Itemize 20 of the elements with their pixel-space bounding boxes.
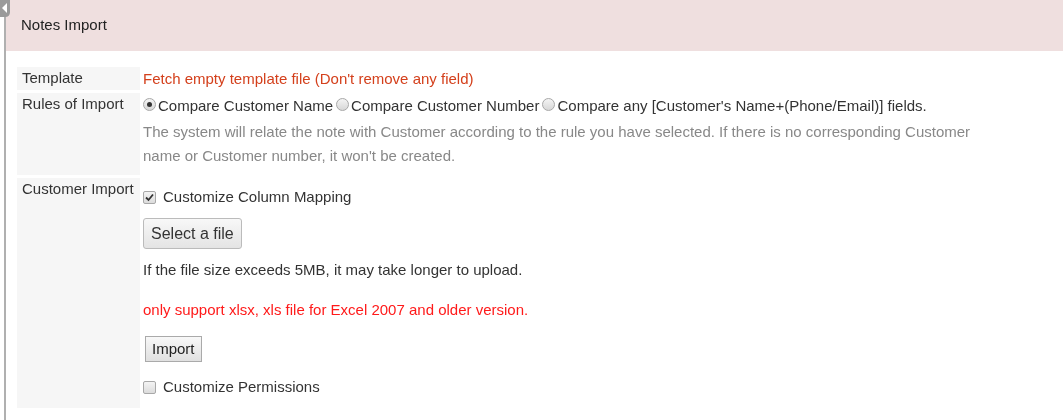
radio-label[interactable]: Compare any [Customer's Name+(Phone/Email)] fields.	[557, 95, 927, 117]
radio-label[interactable]: Compare Customer Number	[351, 95, 540, 117]
radio-button[interactable]	[336, 98, 350, 111]
checkbox[interactable]	[143, 190, 156, 204]
format-warning: only support xlsx, xls file for Excel 2007 and older version.	[143, 300, 529, 320]
label-cell: Rules of Import	[17, 93, 140, 175]
checkbox-label[interactable]: Customize Column Mapping	[163, 186, 352, 208]
import-button[interactable]: Import	[145, 336, 202, 362]
label-cell: Template	[17, 67, 140, 90]
rules-note: The system will relate the note with Customer according to the rule you have selected. If there is no corresponding Customer name or Customer number, it won't be created.	[143, 122, 972, 166]
label-cell: Customer Import	[17, 178, 140, 408]
checkbox[interactable]	[143, 380, 156, 394]
size-note: If the file size exceeds 5MB, it may take longer to upload.	[143, 260, 523, 280]
radio-button[interactable]	[143, 98, 156, 111]
template-link[interactable]: Fetch empty template file (Don't remove any field)	[143, 70, 474, 87]
radio-label[interactable]: Compare Customer Name	[158, 95, 334, 117]
page-title: Notes Import	[21, 15, 107, 36]
select-file-button[interactable]: Select a file	[143, 218, 242, 249]
checkbox-label[interactable]: Customize Permissions	[163, 376, 320, 398]
radio-button[interactable]	[542, 98, 556, 111]
